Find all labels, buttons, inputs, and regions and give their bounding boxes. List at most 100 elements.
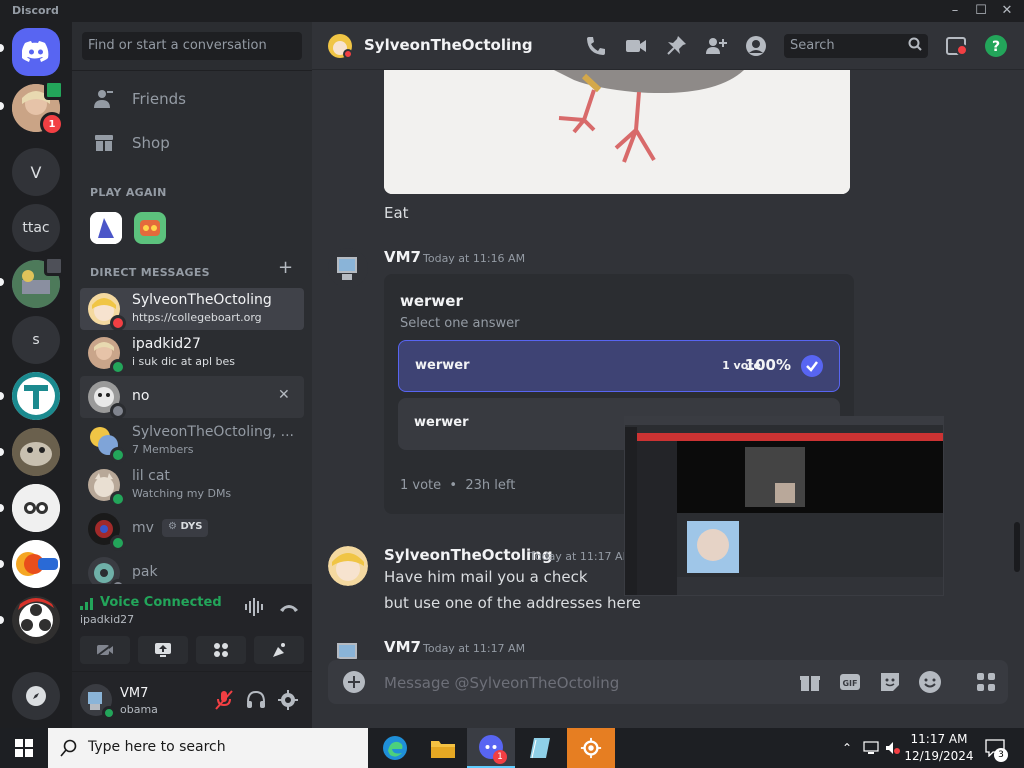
offline-status-icon	[110, 403, 126, 419]
message-avatar[interactable]	[328, 638, 368, 660]
message-author[interactable]: SylveonTheOctoling	[384, 546, 553, 564]
inbox-icon[interactable]	[944, 34, 968, 58]
server-rail: 1 V ttac s	[0, 22, 72, 728]
dm-name: SylveonTheOctoling	[132, 292, 272, 308]
gift-icon[interactable]	[798, 670, 822, 694]
online-status-icon	[110, 359, 126, 375]
camera-off-icon	[96, 643, 114, 657]
app-launcher-icon[interactable]	[974, 670, 998, 694]
svg-text:GIF: GIF	[842, 679, 857, 688]
server-image-3[interactable]	[12, 484, 60, 532]
taskbar-file-explorer[interactable]	[419, 728, 467, 768]
dm-sidebar: Find or start a conversation Friends Sho…	[72, 22, 312, 728]
home-button[interactable]	[12, 28, 60, 76]
message-author[interactable]: VM7	[384, 248, 421, 266]
close-icon[interactable]: ✕	[996, 2, 1018, 20]
noise-suppression-icon[interactable]	[244, 598, 266, 616]
create-dm-icon[interactable]: +	[278, 259, 294, 277]
screen-share-preview[interactable]	[624, 416, 944, 596]
user-profile-icon[interactable]	[744, 34, 768, 58]
dm-item[interactable]: lil cat Watching my DMs	[80, 464, 304, 507]
close-dm-icon[interactable]: ✕	[278, 387, 290, 403]
image-attachment[interactable]	[384, 70, 850, 194]
dm-item[interactable]: mv ⚙ DYS	[80, 508, 304, 551]
online-status-icon	[110, 447, 126, 463]
message-avatar[interactable]	[328, 248, 368, 288]
poll-footer: 1 vote • 23h left	[400, 478, 515, 493]
poll-vote-count: 1 vote	[400, 478, 442, 493]
network-icon[interactable]	[860, 728, 882, 768]
server-image-4[interactable]	[12, 540, 60, 588]
nav-shop[interactable]: Shop	[80, 122, 304, 164]
message-icon	[44, 80, 64, 100]
screen-share-thumbnail	[625, 417, 943, 595]
voice-channel[interactable]: ipadkid27	[80, 613, 134, 626]
emoji-icon[interactable]	[918, 670, 942, 694]
dm-item[interactable]: SylveonTheOctoling, ... 7 Members	[80, 420, 304, 463]
camera-button[interactable]	[80, 636, 130, 664]
dm-subtext: 7 Members	[132, 443, 194, 456]
message-timestamp: Today at 11:16 AM	[423, 252, 526, 265]
user-avatar-server[interactable]: 1	[12, 80, 64, 136]
taskbar-clock[interactable]: 11:17 AM 12/19/2024	[900, 731, 978, 765]
taskbar-edge[interactable]	[371, 728, 419, 768]
maximize-icon[interactable]: ☐	[970, 2, 992, 20]
server-game[interactable]	[12, 256, 64, 308]
message-avatar[interactable]	[328, 546, 368, 586]
poll-option-selected[interactable]: werwer 1 vote 100%	[398, 340, 840, 392]
nav-friends[interactable]: Friends	[80, 78, 304, 120]
discover-button[interactable]	[12, 672, 60, 720]
user-name: VM7	[120, 686, 149, 701]
settings-gear-icon[interactable]	[276, 688, 300, 712]
tray-chevron-up-icon[interactable]: ⌃	[838, 728, 856, 768]
dm-header: DIRECT MESSAGES	[90, 266, 210, 279]
windows-logo-icon	[15, 739, 33, 757]
video-call-icon[interactable]	[624, 34, 648, 58]
chat-scrollbar[interactable]	[1014, 522, 1020, 572]
mute-mic-icon[interactable]	[212, 688, 236, 712]
server-label: s	[32, 332, 40, 348]
taskbar-discord[interactable]: 1	[467, 728, 515, 768]
play-again-header: PLAY AGAIN	[90, 186, 167, 199]
disconnect-icon[interactable]	[278, 598, 300, 616]
pin-icon[interactable]	[664, 34, 688, 58]
headphones-icon[interactable]	[244, 688, 268, 712]
message-author[interactable]: VM7	[384, 638, 421, 656]
dm-name: no	[132, 388, 150, 404]
taskbar-search[interactable]: Type here to search	[48, 728, 368, 768]
help-icon[interactable]: ?	[984, 34, 1008, 58]
play-again-game-2[interactable]	[134, 212, 166, 244]
dm-search-input[interactable]: Find or start a conversation	[82, 32, 302, 60]
dm-item[interactable]: no ✕	[80, 376, 304, 419]
sticker-icon[interactable]	[878, 670, 902, 694]
activities-button[interactable]	[196, 636, 246, 664]
server-image-2[interactable]	[12, 428, 60, 476]
header-search-input[interactable]: Search	[784, 34, 928, 58]
add-friends-icon[interactable]	[704, 34, 728, 58]
minimize-icon[interactable]: –	[944, 2, 966, 20]
play-again-game-1[interactable]	[90, 212, 122, 244]
soundboard-button[interactable]	[254, 636, 304, 664]
voice-call-icon[interactable]	[584, 34, 608, 58]
dm-item[interactable]: ipadkid27 i suk dic at apl bes	[80, 332, 304, 375]
taskbar-settings[interactable]	[567, 728, 615, 768]
add-attachment-icon[interactable]	[342, 670, 366, 694]
server-pill	[0, 560, 4, 568]
notification-center-icon[interactable]: 3	[982, 728, 1008, 768]
start-button[interactable]	[0, 728, 48, 768]
screen-share-button[interactable]	[138, 636, 188, 664]
server-t-logo	[12, 372, 60, 420]
server-t[interactable]	[12, 372, 60, 420]
server-obs[interactable]	[12, 596, 60, 644]
server-ttac[interactable]: ttac	[12, 204, 60, 252]
server-v[interactable]: V	[12, 148, 60, 196]
chat-header: SylveonTheOctoling Search ?	[312, 22, 1024, 70]
server-s[interactable]: s	[12, 316, 60, 364]
taskbar-app-4[interactable]	[515, 728, 563, 768]
dm-item[interactable]: SylveonTheOctoling https://collegeboart.…	[80, 288, 304, 331]
gif-icon[interactable]: GIF	[838, 670, 862, 694]
clock-time: 11:17 AM	[910, 732, 968, 746]
message-input[interactable]	[384, 660, 784, 704]
folder-icon	[431, 741, 455, 758]
voice-status: Voice Connected	[100, 595, 222, 610]
